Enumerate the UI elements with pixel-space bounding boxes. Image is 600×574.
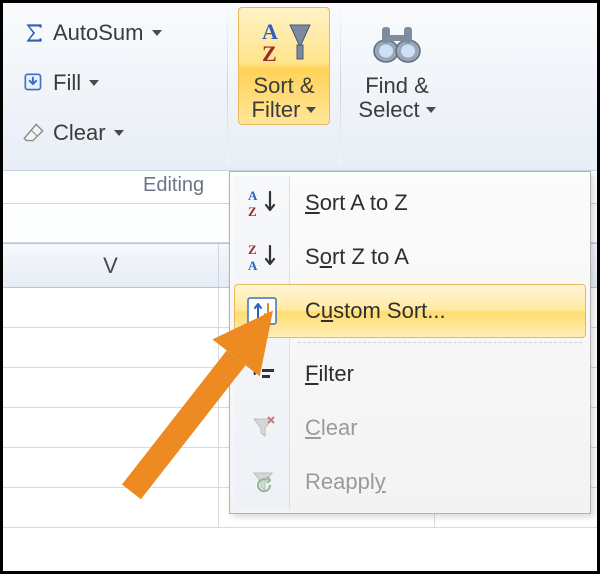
sort-filter-icon: A Z: [256, 14, 312, 72]
cell[interactable]: [3, 408, 219, 447]
svg-text:A: A: [248, 258, 258, 273]
reapply-icon: [245, 464, 281, 500]
sort-filter-dropdown: A Z SSort A to Zort A to Z Z A Sort Z to…: [229, 171, 591, 514]
ribbon-separator: [227, 9, 228, 164]
group-caption-editing: Editing: [143, 174, 204, 197]
find-select-button[interactable]: Find & Select: [351, 7, 443, 125]
column-header[interactable]: V: [3, 244, 219, 287]
find-select-label-line2: Select: [358, 98, 419, 122]
svg-text:A: A: [248, 188, 258, 203]
clear-label: Clear: [53, 120, 106, 146]
chevron-down-icon: [426, 107, 436, 113]
menu-item-reapply: Reapply: [234, 455, 586, 509]
menu-item-clear: Clear: [234, 401, 586, 455]
menu-item-label: Custom Sort...: [305, 298, 446, 324]
filter-icon: Y: [245, 356, 281, 392]
sort-filter-button[interactable]: A Z Sort & Filter: [238, 7, 330, 125]
menu-item-label: SSort A to Zort A to Z: [305, 190, 408, 216]
sort-az-icon: A Z: [245, 185, 281, 221]
sort-filter-label-line2: Filter: [252, 98, 301, 122]
sort-filter-label-line1: Sort &: [252, 74, 317, 98]
editing-group: AutoSum Fill Clear Editing: [3, 3, 223, 170]
menu-item-label: Reapply: [305, 469, 386, 495]
chevron-down-icon: [306, 107, 316, 113]
clear-button[interactable]: Clear: [15, 111, 217, 155]
menu-item-sort-az[interactable]: A Z SSort A to Zort A to Z: [234, 176, 586, 230]
autosum-button[interactable]: AutoSum: [15, 11, 217, 55]
menu-divider: [298, 342, 582, 343]
svg-text:Z: Z: [262, 41, 277, 66]
cell[interactable]: [3, 368, 219, 407]
autosum-label: AutoSum: [53, 20, 144, 46]
svg-text:Z: Z: [248, 242, 257, 257]
find-select-group: Find & Select: [345, 3, 455, 170]
fill-icon: [21, 70, 47, 96]
cell[interactable]: [3, 488, 219, 527]
menu-item-sort-za[interactable]: Z A Sort Z to A: [234, 230, 586, 284]
find-select-label-line1: Find &: [358, 74, 435, 98]
menu-item-filter[interactable]: Y Filter: [234, 347, 586, 401]
ribbon-separator: [340, 9, 341, 164]
cell[interactable]: [3, 448, 219, 487]
menu-item-label: Clear: [305, 415, 358, 441]
svg-text:Z: Z: [248, 204, 257, 219]
fill-label: Fill: [53, 70, 81, 96]
find-select-label: Find & Select: [358, 74, 435, 122]
cell[interactable]: [3, 328, 219, 367]
sort-za-icon: Z A: [245, 239, 281, 275]
ribbon: AutoSum Fill Clear Editing: [3, 3, 597, 171]
chevron-down-icon: [114, 130, 124, 136]
chevron-down-icon: [152, 30, 162, 36]
column-header-label: V: [103, 253, 118, 279]
menu-item-label: Filter: [305, 361, 354, 387]
sigma-icon: [21, 20, 47, 46]
custom-sort-icon: [245, 293, 281, 329]
cell[interactable]: [3, 288, 219, 327]
sort-filter-label: Sort & Filter: [252, 74, 317, 122]
clear-filter-icon: [245, 410, 281, 446]
binoculars-icon: [369, 14, 425, 72]
chevron-down-icon: [89, 80, 99, 86]
fill-button[interactable]: Fill: [15, 61, 217, 105]
menu-item-label: Sort Z to A: [305, 244, 409, 270]
eraser-icon: [21, 120, 47, 146]
svg-text:Y: Y: [250, 362, 260, 378]
menu-item-custom-sort[interactable]: Custom Sort...: [234, 284, 586, 338]
sort-filter-group: A Z Sort & Filter: [232, 3, 336, 170]
